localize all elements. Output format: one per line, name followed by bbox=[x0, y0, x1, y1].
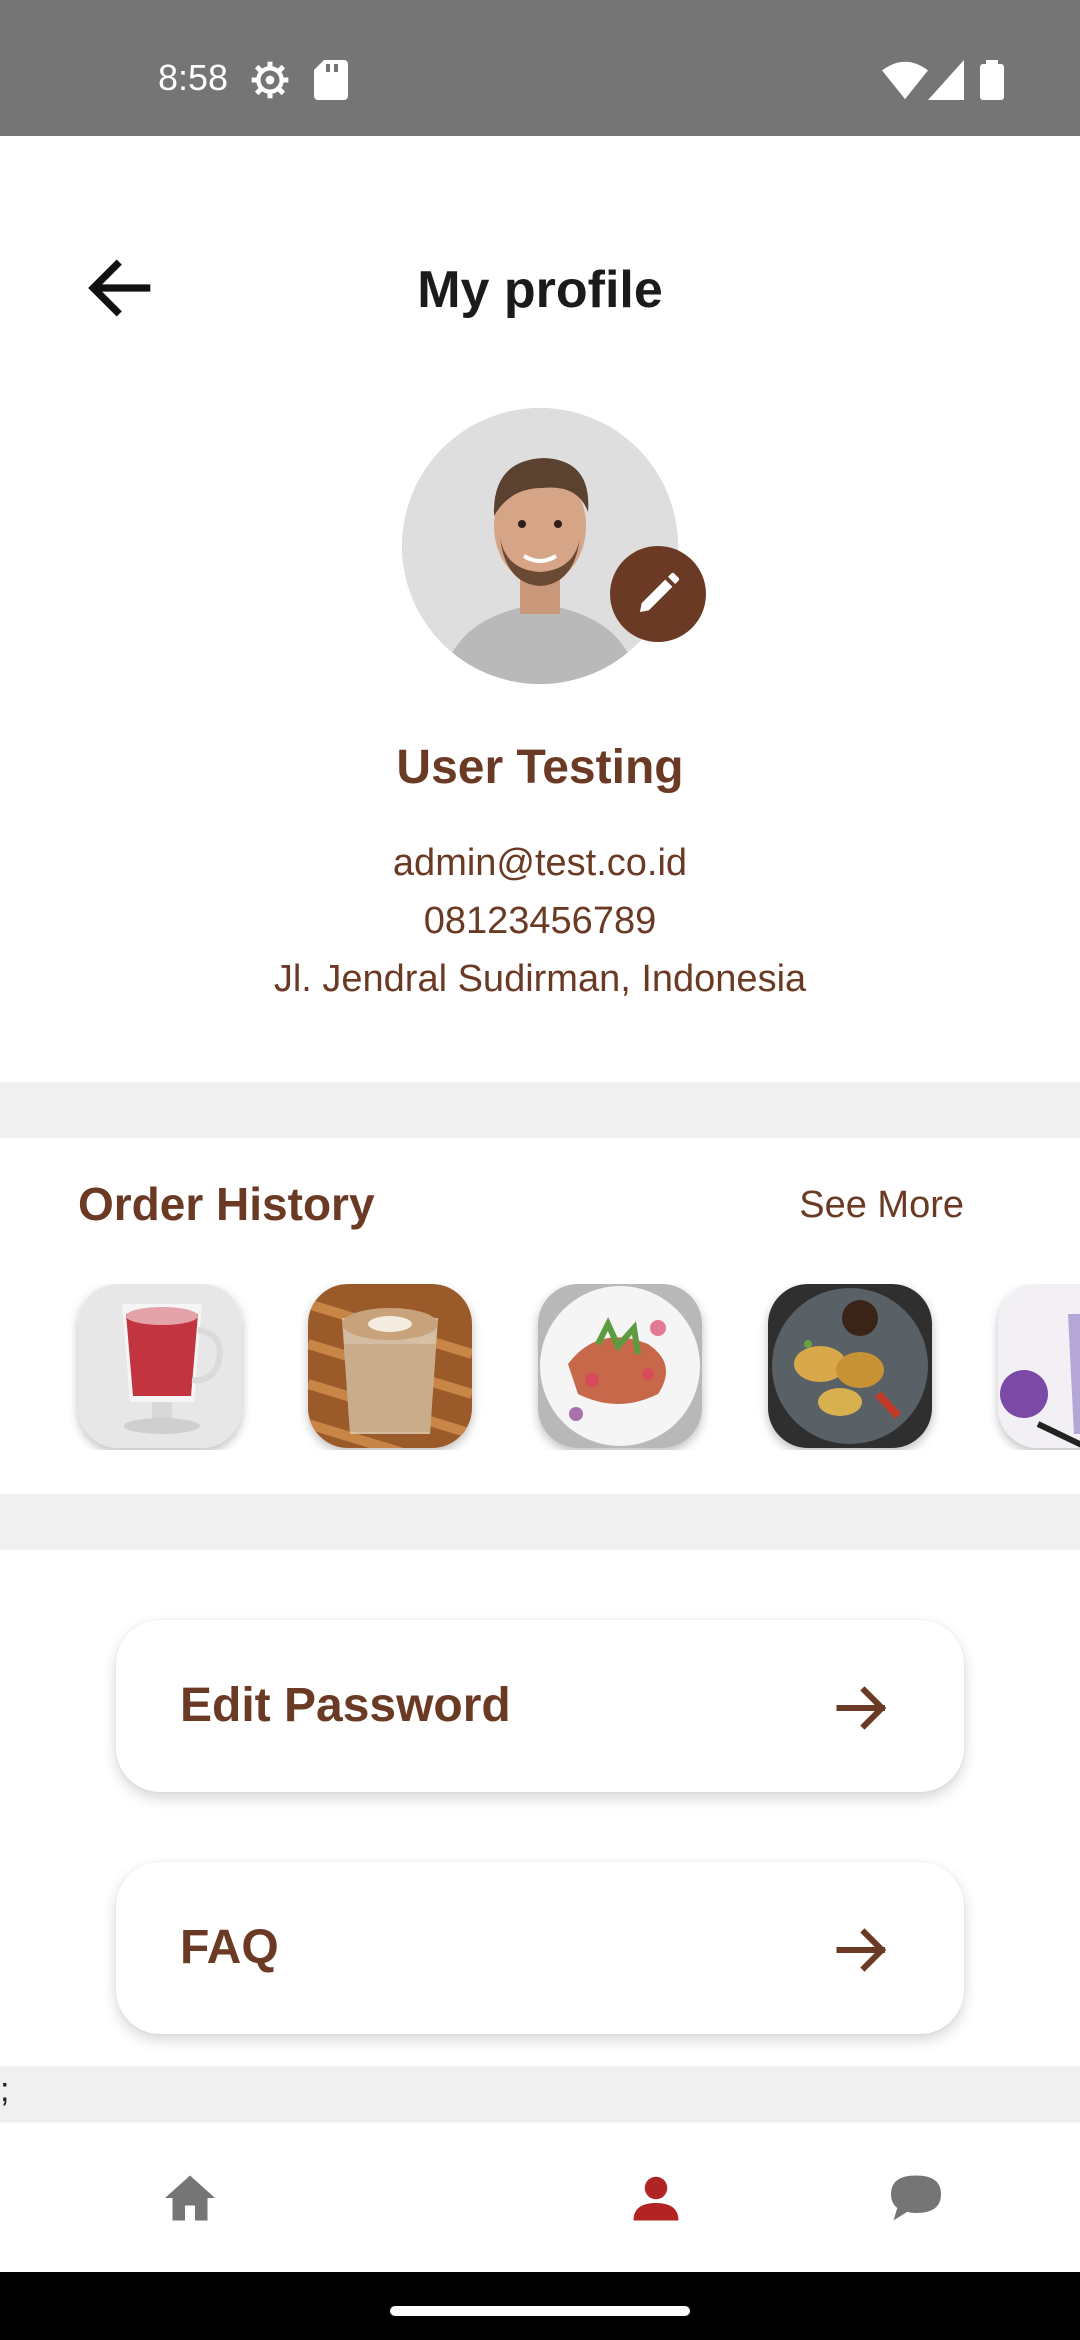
pencil-icon bbox=[640, 572, 680, 612]
red-velvet-latte-thumbnail[interactable] bbox=[78, 1284, 242, 1448]
edit-avatar-button[interactable] bbox=[610, 546, 706, 642]
status-time: 8:58 bbox=[158, 57, 229, 98]
header: My profile bbox=[0, 220, 1080, 360]
salad-dish-thumbnail[interactable] bbox=[538, 1284, 702, 1448]
edit-password-label: Edit Password bbox=[180, 1679, 511, 1732]
battery-icon bbox=[980, 60, 1004, 105]
arrow-right-icon bbox=[836, 1686, 887, 1730]
purple-drink-thumbnail[interactable] bbox=[998, 1284, 1080, 1448]
cafe-latte-art-thumbnail[interactable] bbox=[308, 1284, 472, 1448]
status-bar: 8:58 bbox=[0, 0, 1080, 136]
sd-card-icon bbox=[314, 60, 348, 105]
nav-home-button[interactable] bbox=[160, 2168, 220, 2228]
section-divider bbox=[0, 1494, 1080, 1550]
order-history-title: Order History bbox=[78, 1178, 375, 1230]
settings-gear-icon bbox=[250, 60, 290, 105]
avatar-photo bbox=[402, 408, 678, 684]
home-gesture-handle[interactable] bbox=[390, 2306, 690, 2316]
user-name: User Testing bbox=[396, 741, 684, 794]
avatar bbox=[402, 408, 678, 684]
cellular-signal-icon bbox=[928, 60, 964, 105]
arrow-right-icon bbox=[836, 1928, 887, 1972]
avatar-container bbox=[402, 408, 706, 684]
edit-password-button[interactable]: Edit Password bbox=[116, 1620, 964, 1792]
bottom-navigation bbox=[0, 2124, 1080, 2272]
user-address: Jl. Jendral Sudirman, Indonesia bbox=[273, 958, 807, 1000]
nav-chat-button[interactable] bbox=[886, 2168, 946, 2228]
system-gesture-bar bbox=[0, 2272, 1080, 2340]
order-history-list[interactable] bbox=[0, 1284, 1080, 1450]
profile-icon bbox=[633, 2176, 679, 2221]
fried-snack-platter-thumbnail[interactable] bbox=[768, 1284, 932, 1448]
page-title: My profile bbox=[417, 261, 663, 319]
faq-button[interactable]: FAQ bbox=[116, 1862, 964, 2034]
home-icon bbox=[165, 2175, 215, 2221]
faq-label: FAQ bbox=[180, 1921, 279, 1974]
stray-text: ; bbox=[0, 2071, 10, 2109]
wifi-icon bbox=[882, 60, 928, 105]
chat-icon bbox=[891, 2175, 941, 2221]
nav-profile-button[interactable] bbox=[626, 2168, 686, 2228]
user-email: admin@test.co.id bbox=[392, 842, 688, 884]
section-divider bbox=[0, 2066, 1080, 2122]
section-divider bbox=[0, 1082, 1080, 1138]
user-phone: 08123456789 bbox=[423, 900, 657, 942]
see-more-link[interactable]: See More bbox=[799, 1182, 964, 1228]
